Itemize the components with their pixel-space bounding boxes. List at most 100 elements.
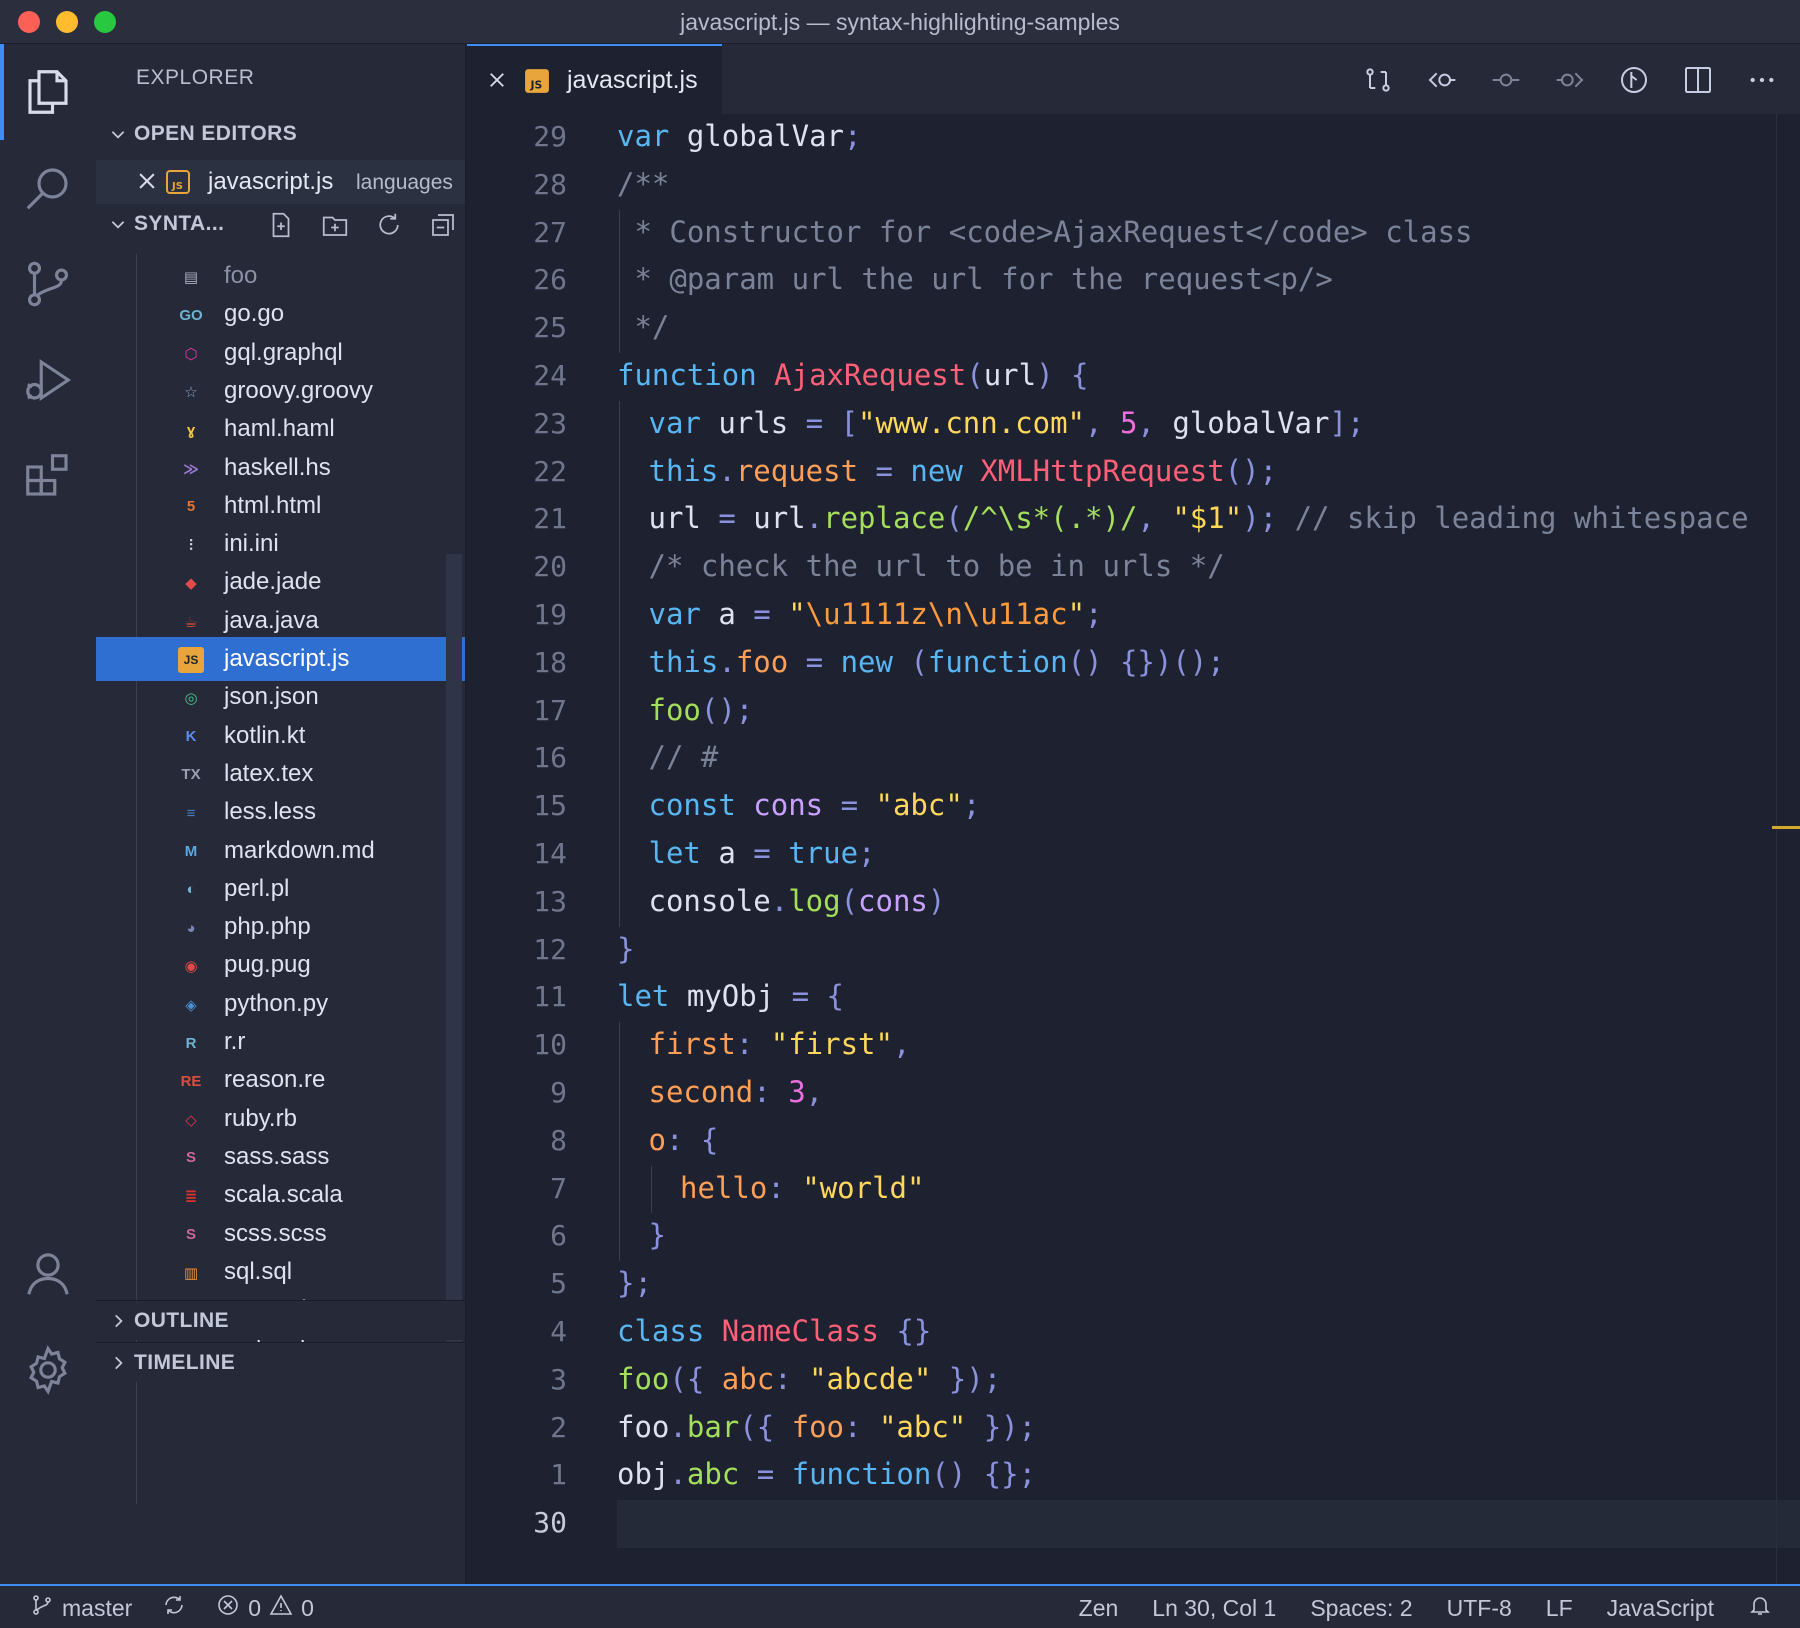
code-line[interactable]: 3 foo({ abc: "abcde" });: [467, 1357, 1800, 1405]
code-editor[interactable]: 29 var globalVar; 28/** 27 * Constructor fo…: [467, 114, 1800, 1584]
code-line[interactable]: 13 console.log(cons): [467, 878, 1800, 927]
outline-header[interactable]: OUTLINE: [96, 1300, 465, 1340]
cursor-position[interactable]: Ln 30, Col 1: [1152, 1595, 1276, 1622]
code-line[interactable]: 23 var urls = ["www.cnn.com", 5, globalVa…: [467, 400, 1800, 449]
code-line[interactable]: 20 /* check the url to be in urls */: [467, 544, 1800, 592]
branch-indicator[interactable]: master: [30, 1593, 132, 1623]
chevron-right-icon: [102, 1354, 134, 1372]
sidebar-scrollbar[interactable]: [446, 554, 462, 1344]
line-number: 5: [550, 1267, 567, 1301]
code-line[interactable]: 2 foo.bar({ foo: "abc" });: [467, 1405, 1800, 1453]
code-line[interactable]: 8 o: {: [467, 1117, 1800, 1166]
current-line-highlight: [617, 1500, 1800, 1549]
code-text: function AjaxRequest(url) {: [617, 358, 1088, 392]
code-line[interactable]: 9 second: 3,: [467, 1070, 1800, 1118]
file-name: go.go: [224, 300, 285, 328]
code-line[interactable]: 28 /**: [467, 162, 1800, 210]
more-actions-icon[interactable]: [1744, 62, 1780, 98]
language-mode[interactable]: JavaScript: [1607, 1595, 1714, 1622]
extensions-icon[interactable]: [0, 428, 96, 524]
code-token: console: [648, 883, 771, 918]
tab-javascript-js[interactable]: JS javascript.js: [467, 44, 722, 114]
line-number: 13: [533, 884, 567, 918]
open-editor-item[interactable]: JS javascript.js languages: [96, 160, 465, 204]
new-folder-icon[interactable]: [320, 210, 350, 246]
code-line[interactable]: 5};: [467, 1261, 1800, 1309]
close-icon[interactable]: [136, 170, 158, 197]
zen-mode-item[interactable]: Zen: [1079, 1595, 1119, 1622]
new-file-icon[interactable]: [266, 210, 296, 246]
compare-changes-icon[interactable]: [1360, 62, 1396, 98]
code-line[interactable]: 17 foo();: [467, 687, 1800, 736]
code-line[interactable]: 14 let a = true;: [467, 831, 1800, 879]
warning-icon: [269, 1593, 293, 1623]
code-token: =: [718, 501, 754, 536]
code-line[interactable]: 18 this.foo = new (function() {})();: [467, 639, 1800, 688]
code-line[interactable]: 27 * Constructor for <code>AjaxRequest</…: [467, 210, 1800, 258]
collapse-all-icon[interactable]: [428, 210, 458, 246]
problems-indicator[interactable]: 0 0: [216, 1593, 314, 1623]
code-line[interactable]: 29 var globalVar;: [467, 114, 1800, 162]
source-control-icon[interactable]: [0, 236, 96, 332]
latex-icon: TX: [181, 766, 201, 784]
code-line[interactable]: 25 */: [467, 305, 1800, 353]
search-icon[interactable]: [0, 140, 96, 236]
line-number: 25: [533, 311, 567, 345]
code-line[interactable]: 10 first: "first",: [467, 1022, 1800, 1070]
sync-icon[interactable]: [162, 1593, 186, 1623]
code-line[interactable]: 11 let myObj = {: [467, 974, 1800, 1022]
code-line[interactable]: 1 obj.abc = function() {};: [467, 1452, 1800, 1500]
run-debug-icon[interactable]: [0, 332, 96, 428]
split-editor-icon[interactable]: [1680, 62, 1716, 98]
code-line[interactable]: 6}: [467, 1213, 1800, 1262]
code-token: /^\s*(.*)/: [962, 501, 1138, 536]
code-token: url: [983, 358, 1037, 392]
eol-setting[interactable]: LF: [1546, 1595, 1573, 1622]
previous-change-icon[interactable]: [1424, 62, 1460, 98]
code-token: ": [1067, 597, 1086, 631]
code-token: "first": [770, 1027, 893, 1062]
folder-header[interactable]: SYNTA...: [96, 204, 465, 246]
indent-guide: [619, 1070, 620, 1118]
code-token: =: [858, 453, 911, 488]
code-line[interactable]: 22 this.request = new XMLHttpRequest();: [467, 448, 1800, 497]
code-line[interactable]: 26 * @param url the url for the request<…: [467, 257, 1800, 305]
code-token: .: [718, 644, 736, 679]
open-editors-header[interactable]: OPEN EDITORS: [96, 114, 465, 154]
indent-guide: [650, 1165, 652, 1214]
timeline-header[interactable]: TIMELINE: [96, 1342, 465, 1382]
code-line[interactable]: 30: [467, 1500, 1800, 1549]
code-line[interactable]: 24 function AjaxRequest(url) {: [467, 353, 1800, 401]
code-token: ();: [1224, 453, 1278, 488]
settings-gear-icon[interactable]: [0, 1322, 96, 1418]
close-icon[interactable]: [487, 70, 507, 95]
explorer-icon[interactable]: [0, 44, 96, 140]
encoding-setting[interactable]: UTF-8: [1447, 1595, 1512, 1622]
code-line[interactable]: 16 // #: [467, 735, 1800, 784]
file-name: less.less: [224, 798, 317, 826]
activity-bar: [0, 44, 96, 1584]
account-icon[interactable]: [0, 1226, 96, 1322]
git-commit-icon[interactable]: [1488, 62, 1524, 98]
code-token: (: [966, 358, 984, 392]
timeline-history-icon[interactable]: [1616, 62, 1652, 98]
line-number: 8: [550, 1123, 567, 1157]
next-change-icon[interactable]: [1552, 62, 1588, 98]
code-line[interactable]: 12}: [467, 927, 1800, 975]
notifications-bell-icon[interactable]: [1748, 1593, 1772, 1623]
code-line[interactable]: 7 hello: "world": [467, 1165, 1800, 1214]
code-line[interactable]: 21 url = url.replace(/^\s*(.*)/, "$1"); /…: [467, 496, 1800, 545]
code-text: /* check the url to be in urls */: [649, 549, 1225, 583]
code-text: const cons = "abc";: [649, 788, 981, 822]
code-line[interactable]: 4 class NameClass {}: [467, 1309, 1800, 1357]
indentation-setting[interactable]: Spaces: 2: [1310, 1595, 1412, 1622]
json-icon: ◎: [184, 690, 198, 708]
refresh-icon[interactable]: [374, 210, 404, 246]
code-token: new: [910, 453, 963, 488]
code-line[interactable]: 19 var a = "\u1111z\n\u11ac";: [467, 592, 1800, 640]
chevron-down-icon: [102, 125, 134, 143]
code-line[interactable]: 15 const cons = "abc";: [467, 783, 1800, 831]
haml-icon: ɣ: [186, 421, 196, 439]
